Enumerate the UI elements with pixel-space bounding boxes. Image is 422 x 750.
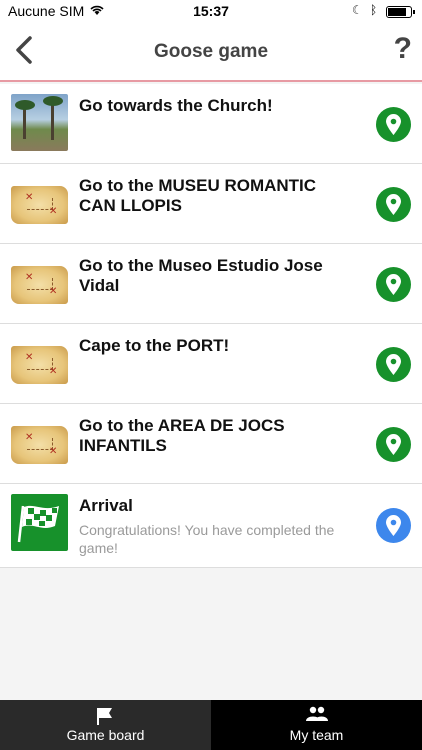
- list-item[interactable]: Arrival Congratulations! You have comple…: [0, 484, 422, 568]
- step-title: Go to the Museo Estudio Jose Vidal: [79, 256, 323, 295]
- map-pin-icon: [386, 434, 401, 455]
- step-subtitle: Congratulations! You have completed the …: [79, 522, 335, 556]
- step-title: Cape to the PORT!: [79, 336, 230, 355]
- step-title: Go to the MUSEU ROMANTIC CAN LLOPIS: [79, 176, 317, 215]
- tab-my-team[interactable]: My team: [211, 700, 422, 750]
- tab-bar: Game board My team: [0, 700, 422, 750]
- tab-game-board[interactable]: Game board: [0, 700, 211, 750]
- step-title: Go towards the Church!: [79, 96, 273, 115]
- battery-icon: [386, 6, 415, 18]
- location-pin-button[interactable]: [376, 267, 411, 302]
- bluetooth-icon: ᛒ: [370, 3, 378, 17]
- location-pin-button[interactable]: [376, 427, 411, 462]
- map-pin-icon: [386, 114, 401, 135]
- list-item[interactable]: ✕ ✕ Go to the AREA DE JOCS INFANTILS: [0, 404, 422, 484]
- step-title: Arrival: [79, 496, 133, 515]
- map-pin-icon: [386, 194, 401, 215]
- location-pin-button[interactable]: [376, 187, 411, 222]
- people-icon: [306, 706, 328, 727]
- list-item[interactable]: Go towards the Church!: [0, 84, 422, 164]
- navigation-bar: Goose game ?: [0, 22, 422, 82]
- map-pin-icon: [386, 515, 401, 536]
- step-title: Go to the AREA DE JOCS INFANTILS: [79, 416, 285, 455]
- treasure-map-thumbnail: ✕ ✕: [11, 266, 68, 304]
- page-title: Goose game: [153, 41, 269, 62]
- treasure-map-thumbnail: ✕ ✕: [11, 426, 68, 464]
- map-pin-icon: [386, 354, 401, 375]
- location-pin-button[interactable]: [376, 508, 411, 543]
- location-pin-button[interactable]: [376, 347, 411, 382]
- list-item[interactable]: ✕ ✕ Cape to the PORT!: [0, 324, 422, 404]
- status-bar: Aucune SIM 15:37 ☾ ᛒ: [0, 0, 422, 22]
- list-item[interactable]: ✕ ✕ Go to the MUSEU ROMANTIC CAN LLOPIS: [0, 164, 422, 244]
- treasure-map-thumbnail: ✕ ✕: [11, 186, 68, 224]
- tab-label: My team: [289, 727, 344, 743]
- map-pin-icon: [386, 274, 401, 295]
- help-button[interactable]: ?: [394, 32, 412, 66]
- do-not-disturb-icon: ☾: [352, 3, 363, 17]
- checkered-flag-icon: [17, 505, 59, 543]
- location-pin-button[interactable]: [376, 107, 411, 142]
- treasure-map-thumbnail: ✕ ✕: [11, 346, 68, 384]
- tab-label: Game board: [66, 727, 145, 743]
- checkered-flag-thumbnail: [11, 494, 68, 551]
- list-item[interactable]: ✕ ✕ Go to the Museo Estudio Jose Vidal: [0, 244, 422, 324]
- church-photo-thumbnail: [11, 94, 68, 151]
- steps-list: Go towards the Church! ✕ ✕ Go to the MUSE…: [0, 84, 422, 568]
